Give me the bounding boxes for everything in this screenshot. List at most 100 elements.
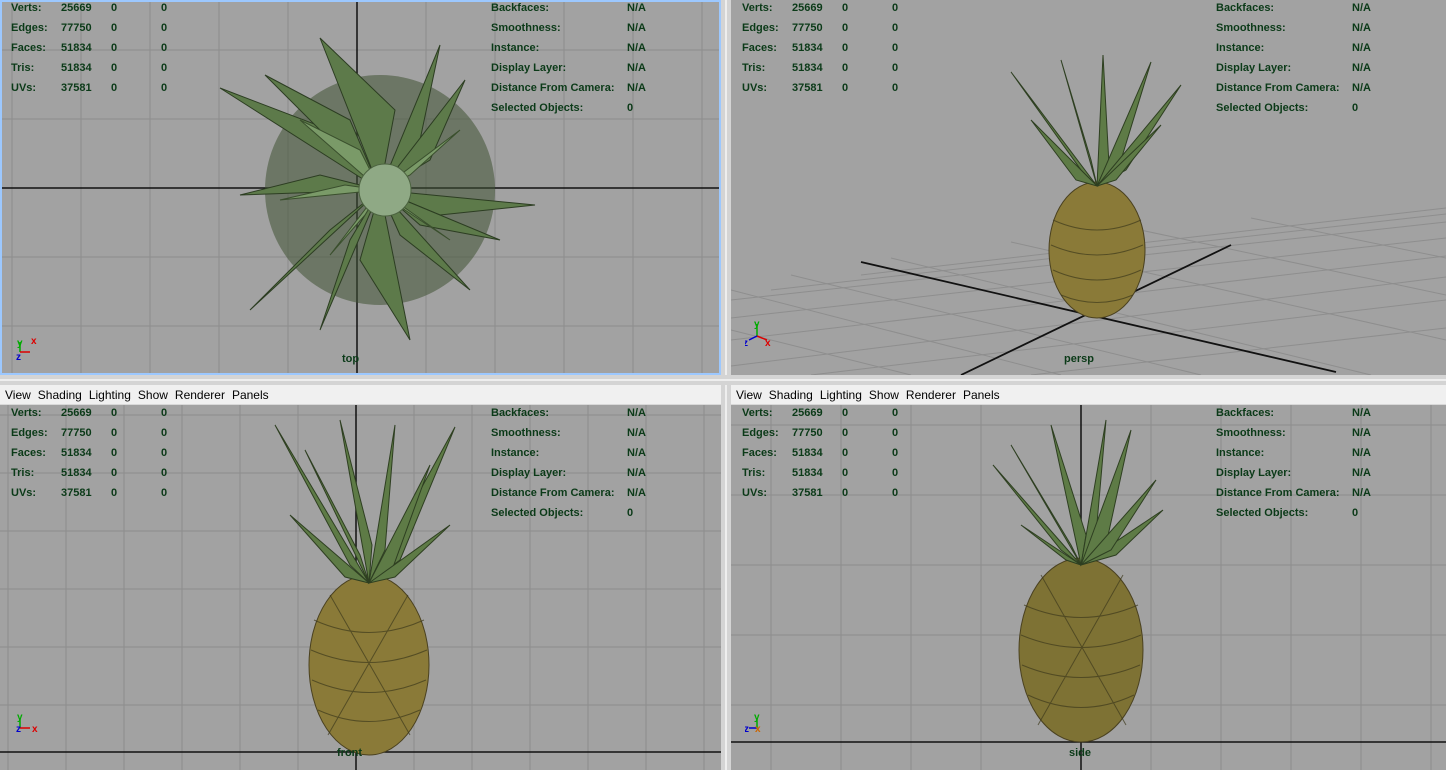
menu-view[interactable]: View (5, 388, 31, 402)
info-label: Display Layer: (491, 467, 567, 479)
stat-value: 0 (161, 42, 168, 54)
info-label: Distance From Camera: (1216, 82, 1340, 94)
hud-row-edges: Edges: 77750 0 0 (742, 18, 898, 38)
info-value: N/A (627, 467, 646, 479)
stat-label: UVs: (742, 82, 768, 94)
info-value: 0 (1352, 507, 1359, 519)
menu-lighting[interactable]: Lighting (89, 388, 131, 402)
viewport-canvas[interactable]: Verts: 25669 0 0 Edges: 77750 0 0 Faces: 51834 0… (731, 405, 1446, 770)
hud-row-instance: Instance: N/A (491, 443, 646, 463)
stat-label: Verts: (742, 407, 773, 419)
info-value: 0 (1352, 102, 1359, 114)
stat-value: 0 (111, 407, 118, 419)
info-value: N/A (1352, 42, 1371, 54)
info-label: Display Layer: (491, 62, 567, 74)
info-value: N/A (627, 2, 646, 14)
hud-row-display-layer: Display Layer: N/A (1216, 58, 1371, 78)
viewport-canvas[interactable]: Verts: 25669 0 0 Edges: 77750 0 0 Faces: 51834 0… (731, 0, 1446, 375)
svg-text:y: y (754, 712, 760, 723)
stat-value: 51834 (792, 447, 823, 459)
stat-value: 0 (111, 82, 118, 94)
poly-count-hud: Verts: 25669 0 0 Edges: 77750 0 0 Faces: 51834 0… (742, 403, 898, 503)
stat-value: 0 (892, 407, 899, 419)
info-label: Backfaces: (1216, 2, 1275, 14)
menu-renderer[interactable]: Renderer (906, 388, 956, 402)
info-value: N/A (627, 487, 646, 499)
stat-value: 0 (161, 487, 168, 499)
viewport-persp[interactable]: Verts: 25669 0 0 Edges: 77750 0 0 Faces: 51834 0… (731, 0, 1446, 375)
hud-row-tris: Tris: 51834 0 0 (742, 463, 898, 483)
stat-label: UVs: (11, 82, 37, 94)
stat-value: 51834 (792, 42, 823, 54)
menu-panels[interactable]: Panels (232, 388, 269, 402)
svg-text:y: y (17, 712, 23, 723)
viewport-canvas[interactable]: Verts: 25669 0 0 Edges: 77750 0 0 Faces: 51834 0… (0, 0, 721, 375)
svg-text:y: y (17, 338, 23, 349)
info-value: N/A (1352, 407, 1371, 419)
stat-value: 0 (111, 2, 118, 14)
stat-value: 77750 (61, 22, 92, 34)
stat-value: 0 (842, 447, 849, 459)
stat-value: 51834 (792, 62, 823, 74)
panel-splitter-vertical[interactable] (721, 0, 731, 770)
stat-label: Tris: (742, 467, 766, 479)
info-label: Smoothness: (1216, 22, 1286, 34)
info-label: Smoothness: (491, 427, 561, 439)
poly-count-hud: Verts: 25669 0 0 Edges: 77750 0 0 Faces: 51834 0… (11, 403, 167, 503)
info-label: Backfaces: (491, 407, 550, 419)
stat-label: Faces: (742, 447, 777, 459)
info-label: Backfaces: (491, 2, 550, 14)
svg-text:y: y (754, 319, 760, 330)
panel-splitter-horizontal[interactable] (0, 375, 1446, 385)
stat-value: 37581 (61, 82, 92, 94)
viewport-top[interactable]: Verts: 25669 0 0 Edges: 77750 0 0 Faces: 51834 0… (0, 0, 721, 375)
hud-row-backfaces: Backfaces: N/A (1216, 0, 1371, 18)
viewport-side[interactable]: View Shading Lighting Show Renderer Pane… (731, 385, 1446, 770)
menu-lighting[interactable]: Lighting (820, 388, 862, 402)
svg-text:z: z (745, 338, 748, 349)
stat-value: 0 (842, 82, 849, 94)
menu-view[interactable]: View (736, 388, 762, 402)
info-label: Selected Objects: (491, 102, 584, 114)
info-value: N/A (627, 427, 646, 439)
viewport-front[interactable]: View Shading Lighting Show Renderer Pane… (0, 385, 721, 770)
hud-row-uvs: UVs: 37581 0 0 (11, 78, 167, 98)
camera-label: side (1069, 747, 1092, 759)
hud-row-distance: Distance From Camera: N/A (491, 78, 646, 98)
stat-value: 0 (842, 2, 849, 14)
info-value: N/A (1352, 467, 1371, 479)
menu-panels[interactable]: Panels (963, 388, 1000, 402)
menu-show[interactable]: Show (138, 388, 168, 402)
stat-label: Tris: (11, 62, 35, 74)
stat-value: 0 (842, 62, 849, 74)
info-label: Instance: (1216, 42, 1265, 54)
stat-label: Edges: (742, 22, 779, 34)
menu-shading[interactable]: Shading (38, 388, 82, 402)
hud-row-distance: Distance From Camera: N/A (1216, 78, 1371, 98)
stat-value: 77750 (61, 427, 92, 439)
svg-text:x: x (755, 724, 761, 735)
stat-value: 0 (892, 487, 899, 499)
stat-value: 0 (111, 42, 118, 54)
stat-label: Verts: (11, 407, 42, 419)
hud-row-edges: Edges: 77750 0 0 (11, 423, 167, 443)
stat-value: 0 (111, 447, 118, 459)
menu-show[interactable]: Show (869, 388, 899, 402)
info-label: Distance From Camera: (1216, 487, 1340, 499)
object-info-hud: Backfaces: N/A Smoothness: N/A Instance: N/… (491, 403, 646, 523)
info-value: N/A (1352, 447, 1371, 459)
stat-value: 0 (892, 447, 899, 459)
hud-row-verts: Verts: 25669 0 0 (742, 403, 898, 423)
viewport-canvas[interactable]: Verts: 25669 0 0 Edges: 77750 0 0 Faces: 51834 0… (0, 405, 721, 770)
stat-value: 0 (111, 62, 118, 74)
camera-label: top (342, 353, 360, 365)
stat-value: 0 (842, 467, 849, 479)
info-label: Instance: (491, 42, 540, 54)
menu-shading[interactable]: Shading (769, 388, 813, 402)
menu-renderer[interactable]: Renderer (175, 388, 225, 402)
stat-value: 0 (842, 42, 849, 54)
info-value: N/A (1352, 487, 1371, 499)
axis-gizmo-icon: yxz (743, 318, 785, 358)
stat-value: 0 (161, 82, 168, 94)
axis-gizmo-icon: yxz (14, 710, 54, 750)
